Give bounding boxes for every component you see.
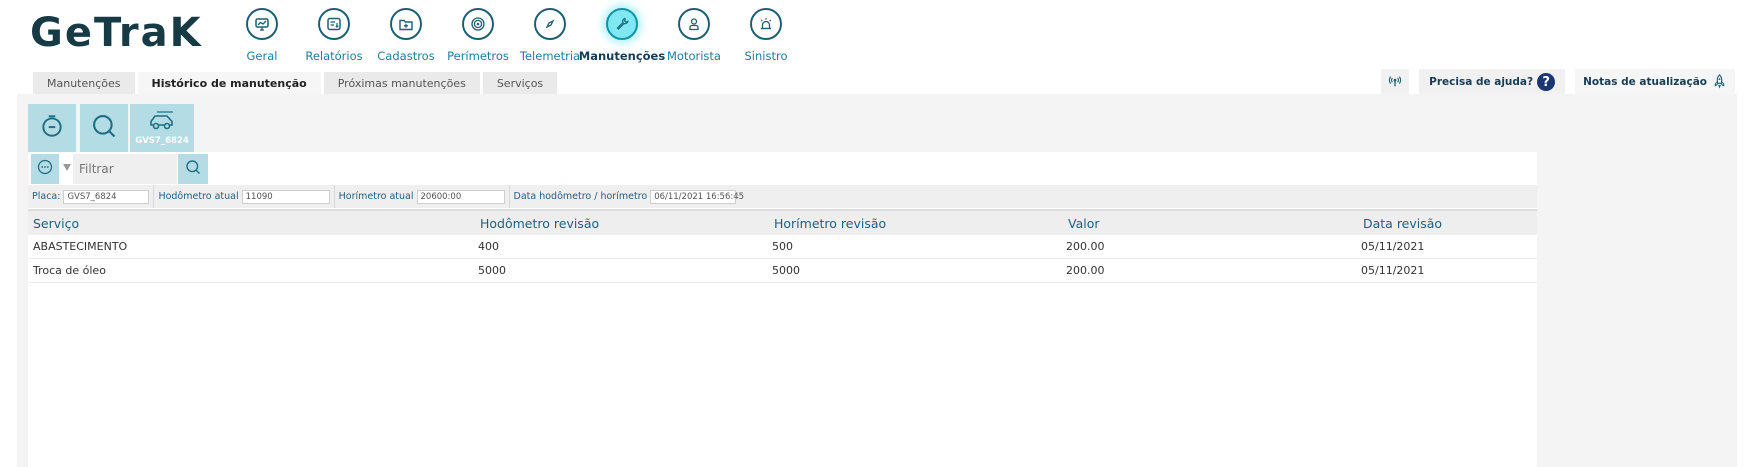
column-header-data[interactable]: Data revisão [1363, 216, 1442, 231]
maintenance-history-table: Serviço Hodômetro revisão Horímetro revi… [28, 209, 1537, 283]
filter-dropdown-arrow-icon[interactable] [63, 164, 71, 171]
info-value: GVS7_6824 [63, 189, 150, 204]
info-horimetro: Horímetro atual 20600:00 [335, 185, 510, 208]
nav-label: Motorista [667, 49, 721, 63]
vehicle-select-button[interactable]: GVS7_6824 [130, 104, 194, 152]
cell-horimetro: 500 [772, 240, 793, 253]
nav-label: Sinistro [744, 49, 788, 63]
filter-search-button[interactable] [178, 154, 208, 184]
more-options-icon [37, 159, 53, 179]
info-value: 20600:00 [416, 189, 505, 204]
folder-plus-icon [390, 8, 422, 40]
cell-valor: 200.00 [1066, 264, 1105, 277]
table-row[interactable]: Troca de óleo 5000 5000 200.00 05/11/202… [28, 259, 1537, 283]
cell-hodometro: 400 [478, 240, 499, 253]
compass-icon [534, 8, 566, 40]
cell-servico: Troca de óleo [33, 264, 106, 277]
tab-bar: Manutenções Histórico de manutenção Próx… [33, 72, 558, 94]
nav-label: Telemetria [519, 49, 581, 63]
column-header-servico[interactable]: Serviço [33, 216, 79, 231]
info-value: 06/11/2021 16:56:45 [650, 189, 744, 204]
content-panel: GVS7_6824 Placa: [17, 94, 1737, 467]
info-label: Data hodômetro / horímetro [513, 191, 648, 202]
filter-options-button[interactable] [31, 154, 59, 184]
update-notes-label: Notas de atualização [1583, 76, 1707, 88]
help-area: Precisa de ajuda? ? Notas de atualização [1381, 69, 1735, 95]
column-header-horimetro[interactable]: Horímetro revisão [774, 216, 886, 231]
column-header-hodometro[interactable]: Hodômetro revisão [480, 216, 599, 231]
nav-label: Perímetros [447, 49, 509, 63]
tab-servicos[interactable]: Serviços [482, 72, 558, 94]
nav-item-cadastros[interactable]: Cadastros [370, 6, 442, 63]
nav-item-telemetria[interactable]: Telemetria [514, 6, 586, 63]
tab-manutencoes[interactable]: Manutenções [33, 72, 135, 94]
nav-item-geral[interactable]: Geral [226, 6, 298, 63]
car-icon [147, 110, 177, 138]
cell-data: 05/11/2021 [1361, 264, 1425, 277]
help-label: Precisa de ajuda? [1429, 76, 1534, 88]
app-root: GeTraK Geral Relatórios Cadastros Períme… [0, 0, 1753, 467]
alarm-icon [750, 8, 782, 40]
info-label: Placa: [32, 191, 61, 202]
info-data: Data hodômetro / horímetro 06/11/2021 16… [510, 185, 744, 208]
help-button[interactable]: Precisa de ajuda? ? [1419, 69, 1566, 95]
nav-item-motorista[interactable]: Motorista [658, 6, 730, 63]
wrench-icon [606, 8, 638, 40]
filter-input[interactable] [73, 154, 177, 184]
search-icon [90, 112, 118, 144]
nav-label: Geral [246, 49, 278, 63]
nav-label: Cadastros [377, 49, 435, 63]
vehicle-plate-label: GVS7_6824 [135, 136, 189, 146]
cell-valor: 200.00 [1066, 240, 1105, 253]
info-label: Horímetro atual [338, 191, 414, 202]
report-icon [318, 8, 350, 40]
cell-servico: ABASTECIMENTO [33, 240, 128, 253]
target-icon [462, 8, 494, 40]
driver-icon [678, 8, 710, 40]
getrak-logo: GeTraK [30, 10, 203, 56]
info-value: 11090 [241, 189, 330, 204]
stopwatch-icon [39, 113, 65, 143]
update-notes-button[interactable]: Notas de atualização [1575, 69, 1735, 95]
cell-horimetro: 5000 [772, 264, 800, 277]
nav-item-relatorios[interactable]: Relatórios [298, 6, 370, 63]
rocket-icon [1712, 73, 1727, 92]
tab-proximas-manutencoes[interactable]: Próximas manutenções [323, 72, 480, 94]
info-hodometro: Hodômetro atual 11090 [154, 185, 335, 208]
info-placa: Placa: GVS7_6824 [28, 185, 155, 208]
refresh-button[interactable] [28, 104, 76, 152]
cell-data: 05/11/2021 [1361, 240, 1425, 253]
question-icon: ? [1537, 73, 1556, 91]
nav-item-perimetros[interactable]: Perímetros [442, 6, 514, 63]
search-icon [185, 159, 201, 179]
nav-item-sinistro[interactable]: Sinistro [730, 6, 802, 63]
table-row[interactable]: ABASTECIMENTO 400 500 200.00 05/11/2021 [28, 235, 1537, 259]
tab-historico-manutencao[interactable]: Histórico de manutenção [137, 72, 321, 94]
table-header: Serviço Hodômetro revisão Horímetro revi… [28, 209, 1537, 235]
main-nav: Geral Relatórios Cadastros Perímetros Te… [226, 6, 802, 63]
history-panel: Placa: GVS7_6824 Hodômetro atual 11090 H… [28, 152, 1537, 467]
nav-label: Manutenções [578, 49, 666, 63]
info-label: Hodômetro atual [158, 191, 239, 202]
vehicle-info-bar: Placa: GVS7_6824 Hodômetro atual 11090 H… [28, 185, 1537, 208]
cell-hodometro: 5000 [478, 264, 506, 277]
nav-item-manutencoes[interactable]: Manutenções [579, 6, 665, 63]
column-header-valor[interactable]: Valor [1068, 216, 1100, 231]
chart-monitor-icon [246, 8, 278, 40]
filter-bar [28, 154, 208, 184]
nav-label: Relatórios [305, 49, 363, 63]
search-button[interactable] [80, 104, 128, 152]
signal-button[interactable] [1381, 69, 1410, 95]
antenna-icon [1388, 73, 1402, 92]
